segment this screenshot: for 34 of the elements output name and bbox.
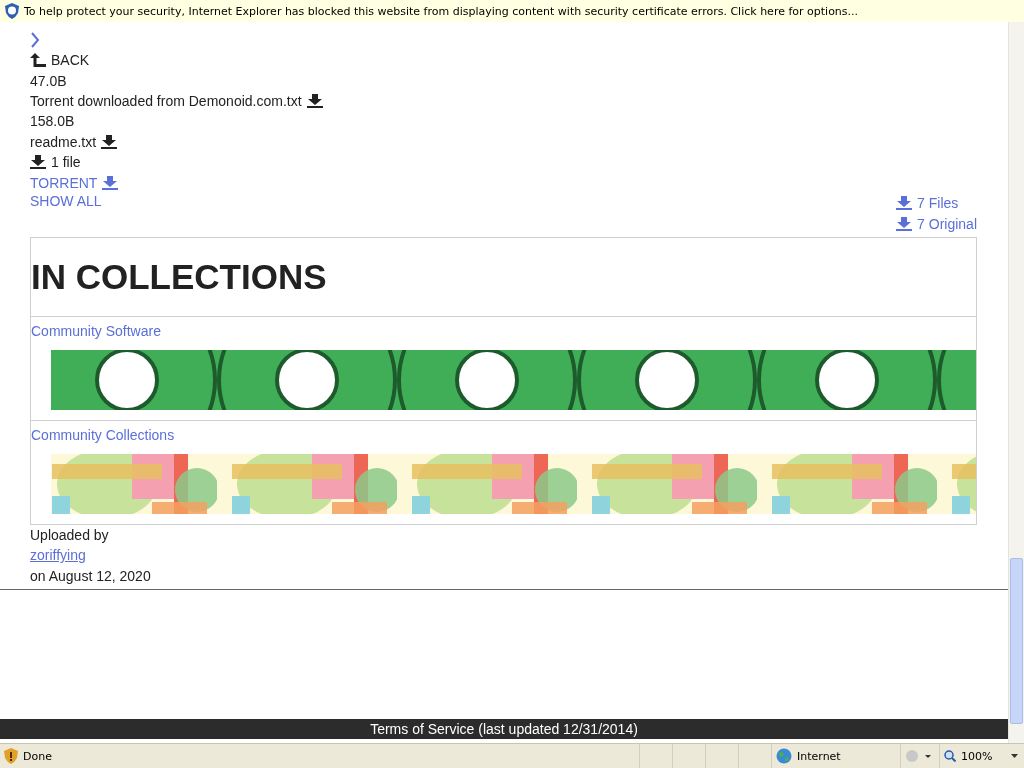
file-count: 1 file [51,154,81,171]
chevron-right-icon[interactable] [30,32,40,48]
file-size: 158.0B [30,113,75,130]
download-icon [30,155,46,170]
uploader-link[interactable]: zoriffying [30,547,86,564]
torrent-link[interactable]: TORRENT [30,174,98,191]
info-bar[interactable]: To help protect your security, Internet Explorer has blocked this website from displaying content with security certificate errors. Click here for options... [0,0,1024,22]
collection-link[interactable]: Community Software [31,322,161,339]
protected-mode-icon[interactable] [905,749,931,763]
collections-heading: IN COLLECTIONS [31,256,327,297]
show-all-link[interactable]: SHOW ALL [30,192,102,209]
status-text: Done [23,749,52,763]
upload-date: on August 12, 2020 [30,567,151,584]
globe-icon [776,748,792,764]
warning-shield-icon [4,748,18,764]
download-option-link[interactable]: 7 Files [917,195,959,212]
zoom-icon [944,750,956,762]
back-link[interactable]: BACK [51,52,90,69]
collection-link[interactable]: Community Collections [31,426,175,443]
shield-icon [5,3,19,19]
download-icon[interactable] [306,93,323,108]
scrollbar[interactable] [1008,22,1024,743]
download-icon[interactable] [101,134,118,149]
security-zone: Internet [797,749,841,763]
file-size: 47.0B [30,72,67,89]
file-name-link[interactable]: Torrent downloaded from Demonoid.com.txt [30,92,302,109]
uploaded-by-label: Uploaded by [30,526,109,543]
back-arrow-icon [30,53,46,68]
download-option-link[interactable]: 7 Original [917,216,977,233]
file-name-link[interactable]: readme.txt [30,133,97,150]
info-bar-message: To help protect your security, Internet Explorer has blocked this website from displaying content with security certificate errors. Click here for options... [24,4,859,18]
terms-link[interactable]: Terms of Service (last updated 12/31/2014) [370,721,638,737]
dropdown-caret-icon [1011,754,1019,758]
zoom-control[interactable]: 100% [939,744,1024,768]
